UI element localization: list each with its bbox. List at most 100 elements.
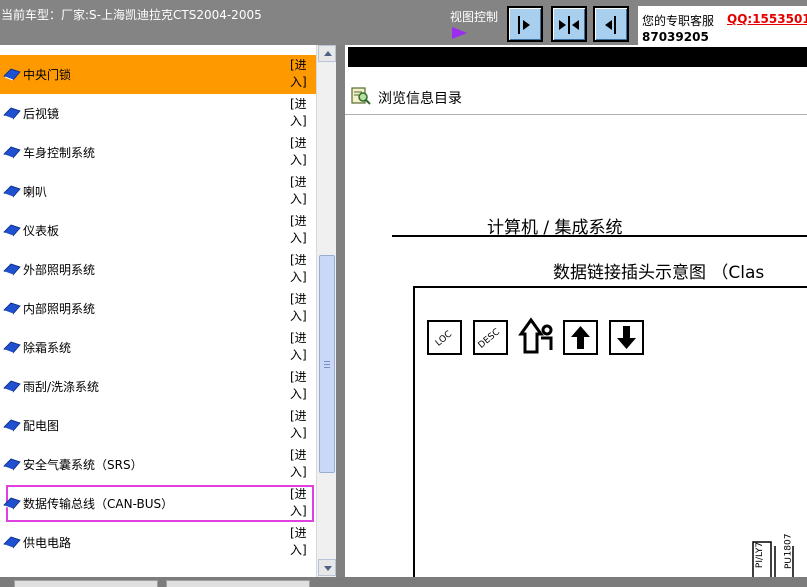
- support-label: 您的专职客服: [642, 14, 715, 28]
- bottom-tab[interactable]: [166, 580, 310, 587]
- enter-button[interactable]: [进入]: [290, 369, 312, 403]
- support-qq-link[interactable]: QQ:15535013: [727, 12, 807, 26]
- system-list-item-label: 喇叭: [23, 185, 48, 199]
- loc-symbol-text: LOC: [433, 329, 455, 349]
- arrow-right-icon: [523, 20, 530, 30]
- system-list-item[interactable]: 除霜系统 [进入]: [0, 328, 316, 367]
- view-expand-right-button[interactable]: [507, 6, 543, 42]
- system-list-item[interactable]: 供电电路 [进入]: [0, 523, 316, 562]
- enter-button[interactable]: [进入]: [290, 213, 312, 247]
- enter-button[interactable]: [进入]: [290, 57, 312, 91]
- system-list-item-label: 车身控制系统: [23, 146, 96, 160]
- enter-button[interactable]: [进入]: [290, 135, 312, 169]
- system-list-item[interactable]: 配电图 [进入]: [0, 406, 316, 445]
- connector-diagram: LOC DESC PI/LY7 1807 PU: [413, 286, 807, 587]
- system-list-item-label: 安全气囊系统（SRS）: [23, 458, 143, 472]
- desc-symbol-text: DESC: [476, 327, 502, 351]
- loc-symbol: LOC: [427, 320, 462, 355]
- enter-button[interactable]: [进入]: [290, 174, 312, 208]
- list-scrollbar[interactable]: [316, 45, 336, 577]
- view-split-button[interactable]: [551, 6, 587, 42]
- bottom-tab[interactable]: [14, 580, 158, 587]
- arrow-down-icon: [617, 326, 636, 349]
- connector-label: 1807: [783, 533, 794, 557]
- system-list-item[interactable]: 外部照明系统 [进入]: [0, 250, 316, 289]
- book-icon: [3, 302, 21, 315]
- viewer-title-bar: [348, 47, 807, 67]
- system-list-item-label: 中央门锁: [23, 68, 72, 82]
- enter-button[interactable]: [进入]: [290, 45, 312, 46]
- system-list-item[interactable]: 中央门锁 [进入]: [0, 55, 316, 94]
- book-icon: [3, 224, 21, 237]
- book-icon: [3, 497, 21, 510]
- enter-button[interactable]: [进入]: [290, 486, 312, 520]
- view-control-label: 视图控制: [450, 10, 499, 24]
- grip-line: [324, 367, 330, 368]
- book-icon: [3, 536, 21, 549]
- enter-button[interactable]: [进入]: [290, 96, 312, 130]
- system-list-item-label: 内部照明系统: [23, 302, 96, 316]
- top-bar: 当前车型：厂家:S-上海凯迪拉克CTS2004-2005 视图控制 您的专职客服…: [0, 0, 807, 45]
- system-list-item[interactable]: 安全气囊系统（SRS） [进入]: [0, 445, 316, 484]
- heading-rule: [392, 235, 807, 237]
- book-icon: [3, 380, 21, 393]
- system-list-item[interactable]: 后视镜 [进入]: [0, 94, 316, 133]
- scroll-down-button[interactable]: [318, 559, 336, 576]
- enter-button[interactable]: [进入]: [290, 447, 312, 481]
- arrow-down-symbol: [609, 320, 644, 355]
- book-icon: [3, 185, 21, 198]
- document-subtitle: 数据链接插头示意图 （Clas: [553, 263, 765, 283]
- arrow-up-symbol: [563, 320, 598, 355]
- desc-symbol: DESC: [473, 320, 508, 355]
- view-expand-left-button[interactable]: [593, 6, 629, 42]
- system-list-item[interactable]: 喇叭 [进入]: [0, 172, 316, 211]
- enter-button[interactable]: [进入]: [290, 252, 312, 286]
- system-list-item-label: 供电电路: [23, 536, 72, 550]
- browse-toc-label: 浏览信息目录: [378, 91, 462, 107]
- document-viewer: 浏览信息目录 计算机 / 集成系统 数据链接插头示意图 （Clas LOC DE…: [345, 45, 807, 587]
- scroll-up-button[interactable]: [318, 45, 336, 62]
- arrow-right-icon: [559, 20, 566, 30]
- support-panel: 您的专职客服 QQ:15535013 87039205: [638, 6, 807, 45]
- arrow-left-icon: [605, 20, 612, 30]
- divider: [345, 114, 807, 115]
- enter-button[interactable]: [进入]: [290, 525, 312, 559]
- play-icon: [452, 27, 467, 39]
- service-icon: [518, 317, 553, 354]
- bar-icon: [518, 16, 520, 34]
- system-list-item-label: 雨刮/洗涤系统: [23, 380, 100, 394]
- book-icon: [3, 107, 21, 120]
- connector-label: PI/LY7: [755, 541, 766, 569]
- book-icon: [3, 419, 21, 432]
- system-list-item[interactable]: 内部照明系统 [进入]: [0, 289, 316, 328]
- enter-button[interactable]: [进入]: [290, 408, 312, 442]
- book-icon: [3, 341, 21, 354]
- system-list-item-label: 外部照明系统: [23, 263, 96, 277]
- app-window: 当前车型：厂家:S-上海凯迪拉克CTS2004-2005 视图控制 您的专职客服…: [0, 0, 807, 587]
- system-list-item[interactable]: 车身控制系统 [进入]: [0, 133, 316, 172]
- bar-icon: [614, 16, 616, 34]
- book-icon: [3, 263, 21, 276]
- current-vehicle-label: 当前车型：厂家:S-上海凯迪拉克CTS2004-2005: [1, 8, 262, 22]
- book-icon: [3, 458, 21, 471]
- enter-button[interactable]: [进入]: [290, 330, 312, 364]
- system-list-item-label: 配电图: [23, 419, 60, 433]
- arrow-up-icon: [571, 326, 590, 349]
- support-qq-tail: 87039205: [642, 30, 709, 44]
- document-search-icon: [351, 87, 371, 105]
- system-list-item-label: 仪表板: [23, 224, 60, 238]
- system-list-item[interactable]: 仪表板 [进入]: [0, 211, 316, 250]
- system-list-item-label: 除霜系统: [23, 341, 72, 355]
- system-list-item[interactable]: 雨刮/洗涤系统 [进入]: [0, 367, 316, 406]
- enter-button[interactable]: [进入]: [290, 291, 312, 325]
- grip-line: [324, 361, 330, 362]
- scroll-thumb[interactable]: [319, 255, 335, 473]
- arrow-left-icon: [572, 20, 579, 30]
- system-list-item-label: 后视镜: [23, 107, 60, 121]
- book-icon: [3, 146, 21, 159]
- system-list-item-label: 数据传输总线（CAN-BUS）: [23, 497, 174, 511]
- grip-line: [324, 364, 330, 365]
- system-list-item[interactable]: 数据传输总线（CAN-BUS） [进入]: [0, 484, 316, 523]
- book-icon: [3, 68, 21, 81]
- bar-icon: [568, 16, 570, 34]
